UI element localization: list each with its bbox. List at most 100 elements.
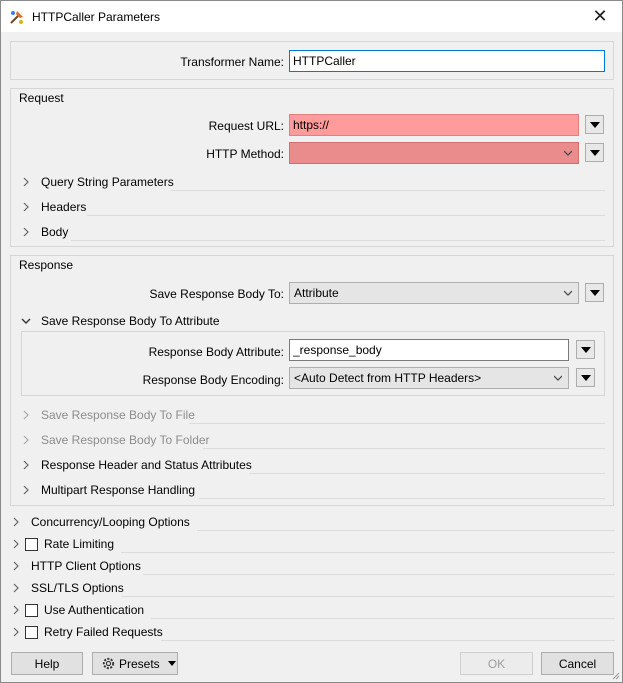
save-response-body-to-file-label: Save Response Body To File xyxy=(41,408,195,422)
dialog-window: HTTPCaller Parameters ✕ Transformer Name… xyxy=(0,0,623,683)
use-authentication-label: Use Authentication xyxy=(44,603,145,617)
divider xyxy=(171,190,605,191)
save-response-body-to-value: Attribute xyxy=(294,286,339,300)
triangle-down-icon xyxy=(590,122,600,128)
chevron-down-icon xyxy=(554,375,562,381)
save-response-body-to-menu-button[interactable] xyxy=(585,283,604,302)
response-body-encoding-label: Response Body Encoding: xyxy=(142,373,284,387)
divider xyxy=(249,473,605,474)
body-label: Body xyxy=(41,225,69,239)
chevron-right-icon xyxy=(13,627,19,637)
divider xyxy=(203,448,605,449)
chevron-right-icon xyxy=(23,410,29,420)
triangle-down-icon xyxy=(581,347,591,353)
ssl-tls-options-expander[interactable]: SSL/TLS Options xyxy=(11,579,615,597)
body-expander[interactable]: Body xyxy=(21,223,605,241)
ssl-tls-options-label: SSL/TLS Options xyxy=(31,581,124,595)
chevron-right-icon xyxy=(23,435,29,445)
save-response-body-to-label: Save Response Body To: xyxy=(149,287,284,301)
ok-button[interactable]: OK xyxy=(460,652,533,675)
triangle-down-icon xyxy=(590,290,600,296)
multipart-response-handling-label: Multipart Response Handling xyxy=(41,483,196,497)
query-string-parameters-expander[interactable]: Query String Parameters xyxy=(21,173,605,191)
chevron-right-icon xyxy=(13,605,19,615)
response-body-encoding-value: <Auto Detect from HTTP Headers> xyxy=(294,371,482,385)
chevron-right-icon xyxy=(23,227,29,237)
headers-label: Headers xyxy=(41,200,87,214)
response-body-encoding-select[interactable]: <Auto Detect from HTTP Headers> xyxy=(289,367,569,389)
transformer-name-input[interactable] xyxy=(289,50,605,72)
http-method-select[interactable] xyxy=(289,142,579,164)
divider xyxy=(189,423,605,424)
save-response-body-to-attribute-expander[interactable]: Save Response Body To Attribute xyxy=(21,312,605,330)
save-response-body-to-select[interactable]: Attribute xyxy=(289,282,579,304)
use-authentication-checkbox[interactable] xyxy=(25,603,38,617)
response-body-attribute-menu-button[interactable] xyxy=(576,340,595,359)
chevron-right-icon xyxy=(23,485,29,495)
chevron-right-icon xyxy=(23,460,29,470)
rate-limiting-checkbox[interactable] xyxy=(25,537,38,551)
window-title: HTTPCaller Parameters xyxy=(32,10,161,24)
response-body-attribute-label: Response Body Attribute: xyxy=(148,345,284,359)
response-body-encoding-menu-button[interactable] xyxy=(576,368,595,387)
presets-button-label: Presets xyxy=(119,656,160,671)
query-string-parameters-label: Query String Parameters xyxy=(41,175,174,189)
headers-expander[interactable]: Headers xyxy=(21,198,605,216)
cancel-button[interactable]: Cancel xyxy=(541,652,614,675)
divider xyxy=(151,618,615,619)
chevron-down-icon xyxy=(564,150,572,156)
divider xyxy=(143,574,615,575)
http-method-label: HTTP Method: xyxy=(206,147,284,161)
divider xyxy=(87,215,605,216)
response-header-status-attributes-expander[interactable]: Response Header and Status Attributes xyxy=(21,456,605,474)
triangle-down-icon xyxy=(167,661,176,666)
concurrency-looping-options-expander[interactable]: Concurrency/Looping Options xyxy=(11,513,615,531)
rate-limiting-label: Rate Limiting xyxy=(44,537,115,551)
cancel-button-label: Cancel xyxy=(558,656,597,671)
triangle-down-icon xyxy=(581,375,591,381)
request-url-label: Request URL: xyxy=(208,119,284,133)
divider xyxy=(71,240,605,241)
divider xyxy=(161,640,615,641)
chevron-right-icon xyxy=(13,583,19,593)
rate-limiting-expander[interactable]: Rate Limiting xyxy=(11,535,615,553)
divider xyxy=(121,552,615,553)
divider xyxy=(197,530,615,531)
request-url-menu-button[interactable] xyxy=(585,115,604,134)
close-icon: ✕ xyxy=(592,6,608,26)
retry-failed-requests-checkbox[interactable] xyxy=(25,625,38,639)
multipart-response-handling-expander[interactable]: Multipart Response Handling xyxy=(21,481,605,499)
transformer-icon xyxy=(10,11,23,24)
chevron-down-icon xyxy=(564,290,572,296)
help-button-label: Help xyxy=(34,656,60,671)
request-group-label: Request xyxy=(19,91,64,105)
http-client-options-expander[interactable]: HTTP Client Options xyxy=(11,557,615,575)
chevron-right-icon xyxy=(13,561,19,571)
retry-failed-requests-label: Retry Failed Requests xyxy=(44,625,163,639)
gear-icon xyxy=(102,657,115,670)
request-url-input[interactable] xyxy=(289,114,579,136)
response-body-attribute-input[interactable] xyxy=(289,339,569,361)
http-client-options-label: HTTP Client Options xyxy=(31,559,141,573)
ok-button-label: OK xyxy=(487,656,506,671)
chevron-right-icon xyxy=(23,177,29,187)
chevron-right-icon xyxy=(13,517,19,527)
save-response-body-to-folder-label: Save Response Body To Folder xyxy=(41,433,210,447)
http-method-menu-button[interactable] xyxy=(585,143,604,162)
help-button[interactable]: Help xyxy=(11,652,83,675)
response-header-status-attributes-label: Response Header and Status Attributes xyxy=(41,458,252,472)
use-authentication-expander[interactable]: Use Authentication xyxy=(11,601,615,619)
response-group-label: Response xyxy=(19,258,74,272)
transformer-name-label: Transformer Name: xyxy=(180,55,284,69)
resize-grip-icon[interactable] xyxy=(610,670,620,680)
save-response-body-to-file-expander[interactable]: Save Response Body To File xyxy=(21,406,605,424)
divider xyxy=(121,596,615,597)
triangle-down-icon xyxy=(590,150,600,156)
retry-failed-requests-expander[interactable]: Retry Failed Requests xyxy=(11,623,615,641)
divider xyxy=(199,498,605,499)
chevron-right-icon xyxy=(23,202,29,212)
presets-button[interactable]: Presets xyxy=(92,652,178,675)
close-button[interactable]: ✕ xyxy=(578,1,622,32)
chevron-down-icon xyxy=(21,318,31,324)
save-response-body-to-folder-expander[interactable]: Save Response Body To Folder xyxy=(21,431,605,449)
